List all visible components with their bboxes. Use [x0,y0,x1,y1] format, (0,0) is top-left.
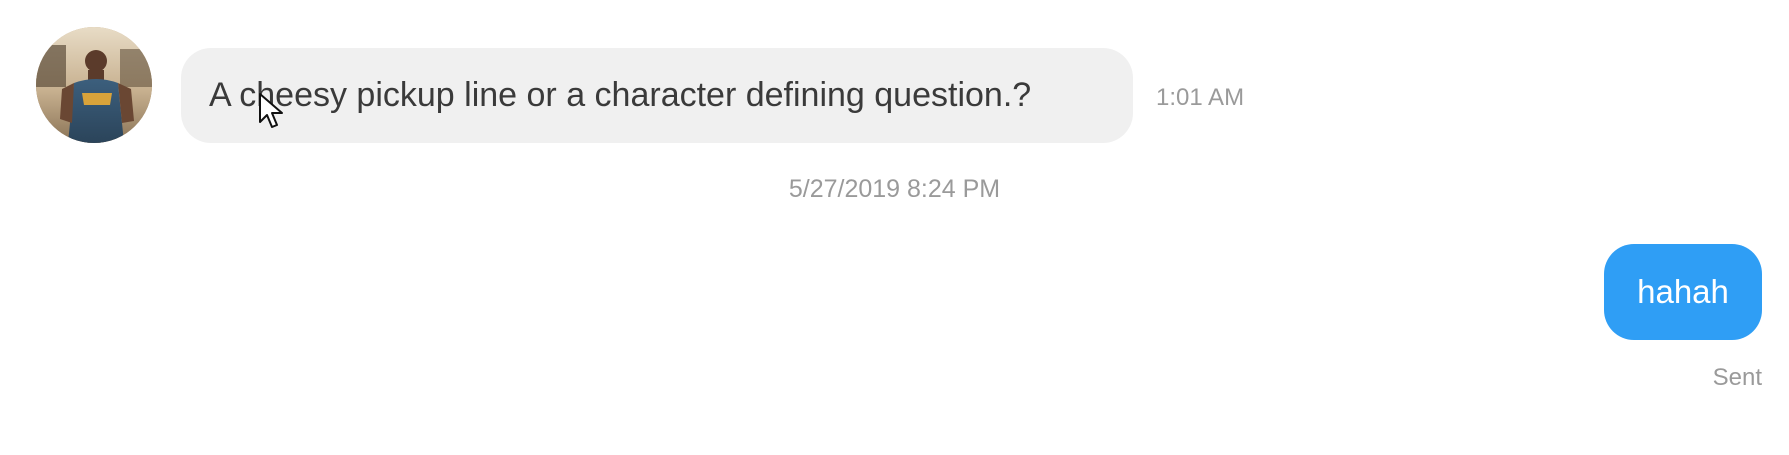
incoming-message-text: A cheesy pickup line or a character defi… [209,76,1032,114]
contact-avatar-image [36,27,152,143]
incoming-message-time: 1:01 AM [1156,84,1245,111]
outgoing-message-bubble[interactable]: hahah [1604,244,1762,340]
message-status: Sent [1712,364,1762,391]
contact-avatar[interactable] [36,27,152,143]
incoming-message-bubble[interactable]: A cheesy pickup line or a character defi… [181,48,1133,143]
outgoing-message-text: hahah [1637,273,1729,310]
cursor-pointer-icon [259,93,283,128]
date-divider: 5/27/2019 8:24 PM [788,175,1001,203]
